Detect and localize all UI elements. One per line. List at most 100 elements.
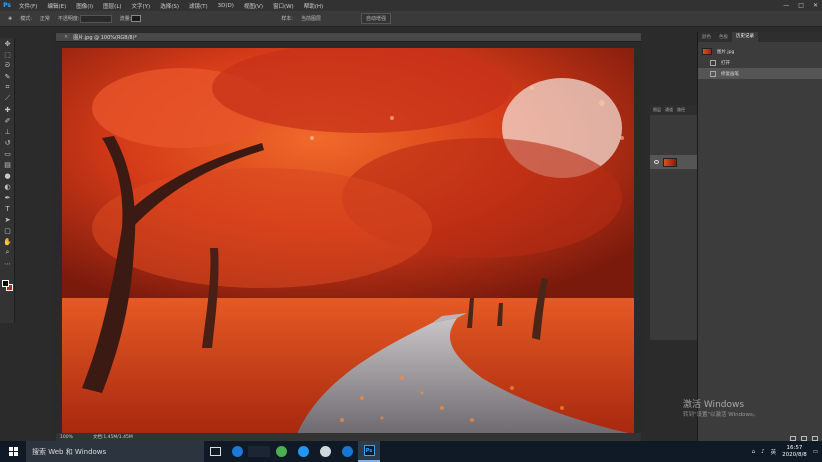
- healing-brush-icon: [710, 70, 716, 77]
- type-icon[interactable]: T: [0, 203, 15, 214]
- history-state-label: 修复画笔: [721, 71, 739, 77]
- more-tools-icon[interactable]: ⋯: [0, 258, 15, 269]
- task-view-icon[interactable]: [204, 441, 226, 462]
- snapshot-thumbnail: [702, 48, 712, 55]
- clock-date: 2020/8/8: [782, 451, 807, 458]
- image-canvas[interactable]: [62, 48, 634, 434]
- menu-image[interactable]: 图像(I): [71, 2, 98, 10]
- chrome-icon[interactable]: [270, 441, 292, 462]
- gradient-icon[interactable]: ▤: [0, 159, 15, 170]
- menu-bar: Ps 文件(F) 编辑(E) 图像(I) 图层(L) 文字(Y) 选择(S) 滤…: [0, 0, 822, 11]
- history-state-healing[interactable]: 修复画笔: [698, 68, 822, 79]
- auto-enhance-button[interactable]: 自动增强: [360, 13, 391, 24]
- status-bar: 100% 文档:1.45M/1.45M: [56, 433, 641, 441]
- taskbar-search[interactable]: 搜索 Web 和 Windows: [26, 441, 204, 462]
- document-title: 图片.jpg @ 100%(RGB/8)*: [73, 34, 138, 41]
- history-state-label: 打开: [721, 60, 730, 66]
- tab-color[interactable]: 颜色: [698, 34, 715, 40]
- tools-panel: ✥ ⬚ ᘐ ✎ ⌗ ⟋ ✚ ✐ ⊥ ↺ ▭ ▤ ● ◐ ✒ T ➤ ▢ ✋ ⌕ …: [0, 38, 15, 323]
- edge-icon[interactable]: [226, 441, 248, 462]
- path-select-icon[interactable]: ➤: [0, 214, 15, 225]
- taskbar: 搜索 Web 和 Windows Ps: [0, 441, 822, 462]
- opacity-label: 不透明度:: [57, 16, 80, 22]
- history-snapshot[interactable]: 图片.jpg: [698, 46, 822, 57]
- close-tab-icon[interactable]: ×: [64, 34, 68, 40]
- eraser-icon[interactable]: ▭: [0, 148, 15, 159]
- close-button[interactable]: ✕: [813, 2, 818, 9]
- menu-select[interactable]: 选择(S): [155, 2, 184, 10]
- tab-paths[interactable]: 路径: [677, 107, 685, 113]
- eyedropper-icon[interactable]: ⟋: [0, 93, 15, 104]
- shape-icon[interactable]: ▢: [0, 225, 15, 236]
- tab-swatches[interactable]: 色板: [715, 34, 732, 40]
- eye-icon[interactable]: [654, 160, 659, 164]
- stamp-icon[interactable]: ⊥: [0, 126, 15, 137]
- photoshop-taskbar-icon[interactable]: Ps: [358, 441, 380, 462]
- start-button[interactable]: [0, 441, 26, 462]
- crop-icon[interactable]: ⌗: [0, 82, 15, 93]
- blur-icon[interactable]: ●: [0, 170, 15, 181]
- zoom-icon[interactable]: ⌕: [0, 247, 15, 258]
- menu-file[interactable]: 文件(F): [14, 2, 42, 10]
- tab-channels[interactable]: 通道: [665, 107, 673, 113]
- menu-3d[interactable]: 3D(D): [213, 3, 239, 9]
- document-tab[interactable]: × 图片.jpg @ 100%(RGB/8)*: [56, 33, 641, 42]
- dodge-icon[interactable]: ◐: [0, 181, 15, 192]
- autumn-road-photo: [62, 48, 634, 434]
- layers-tabs: 图层 通道 路径: [650, 105, 697, 115]
- mode-label: 模式:: [20, 16, 32, 22]
- window-controls: — □ ✕: [783, 0, 818, 11]
- system-tray: ⌂ ♪ 英 16:57 2020/8/8 ▭: [752, 441, 818, 462]
- network-icon[interactable]: ⌂: [752, 449, 756, 455]
- menu-help[interactable]: 帮助(H): [299, 2, 328, 10]
- layer-thumbnail: [663, 157, 677, 167]
- healing-icon[interactable]: ✚: [0, 104, 15, 115]
- doc-info: 文档:1.45M/1.45M: [92, 435, 133, 440]
- notification-icon[interactable]: ▭: [813, 449, 818, 455]
- brush-icon[interactable]: ✐: [0, 115, 15, 126]
- photoshop-window: Ps 文件(F) 编辑(E) 图像(I) 图层(L) 文字(Y) 选择(S) 滤…: [0, 0, 822, 462]
- marquee-icon[interactable]: ⬚: [0, 49, 15, 60]
- opacity-field[interactable]: [79, 14, 112, 23]
- ie-icon[interactable]: [336, 441, 358, 462]
- lasso-icon[interactable]: ᘐ: [0, 60, 15, 71]
- tab-history[interactable]: 历史记录: [732, 32, 758, 42]
- layer-row[interactable]: [650, 155, 698, 169]
- app-icon[interactable]: [292, 441, 314, 462]
- move-icon[interactable]: ✥: [0, 38, 15, 49]
- tool-app-icon[interactable]: [314, 441, 336, 462]
- maximize-button[interactable]: □: [798, 2, 804, 9]
- document-icon: [710, 59, 716, 66]
- history-panel: 颜色 色板 历史记录 图片.jpg 打开 修复画笔: [697, 32, 822, 442]
- mode-select[interactable]: 正常: [40, 15, 50, 22]
- zoom-level[interactable]: 100%: [60, 435, 73, 440]
- activation-hint: 转到"设置"以激活 Windows。: [683, 412, 759, 418]
- hand-icon[interactable]: ✋: [0, 236, 15, 247]
- menu-edit[interactable]: 编辑(E): [42, 2, 71, 10]
- healing-tool-icon[interactable]: ✚: [8, 16, 12, 22]
- history-tabs: 颜色 色板 历史记录: [698, 32, 822, 42]
- quick-select-icon[interactable]: ✎: [0, 71, 15, 82]
- search-field-icon[interactable]: [248, 441, 270, 462]
- ime-indicator[interactable]: 英: [771, 448, 777, 456]
- volume-icon[interactable]: ♪: [761, 449, 765, 455]
- color-swatch[interactable]: [131, 15, 142, 22]
- menu-filter[interactable]: 滤镜(T): [184, 2, 213, 10]
- color-swatches[interactable]: [2, 280, 13, 291]
- minimize-button[interactable]: —: [783, 2, 789, 9]
- activation-watermark: 激活 Windows: [683, 400, 745, 410]
- menu-view[interactable]: 视图(V): [239, 2, 268, 10]
- ps-logo-icon: Ps: [3, 2, 11, 9]
- flow-label: 流量:: [119, 16, 132, 22]
- menu-window[interactable]: 窗口(W): [268, 2, 299, 10]
- menu-type[interactable]: 文字(Y): [127, 2, 156, 10]
- tab-layers[interactable]: 图层: [653, 107, 661, 113]
- clock[interactable]: 16:57 2020/8/8: [782, 445, 807, 459]
- history-brush-icon[interactable]: ↺: [0, 137, 15, 148]
- foreground-color[interactable]: [2, 280, 9, 287]
- pen-icon[interactable]: ✒: [0, 192, 15, 203]
- sample-select[interactable]: 当前图层: [301, 15, 321, 22]
- history-state-open[interactable]: 打开: [698, 57, 822, 68]
- menu-layer[interactable]: 图层(L): [98, 2, 126, 10]
- layers-panel: 图层 通道 路径: [650, 105, 698, 340]
